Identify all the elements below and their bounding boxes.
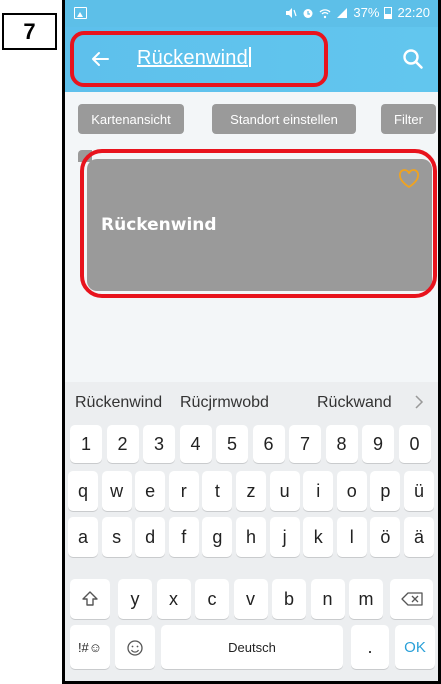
text-cursor [248,47,251,67]
phone-frame: 37% 22:20 Rückenwind Kartenansicht Stand… [62,0,441,684]
letter-key[interactable]: v [233,579,268,619]
heart-icon[interactable] [398,169,420,189]
result-card[interactable]: Rückenwind [87,159,432,291]
mute-icon [286,7,297,18]
number-key[interactable]: 2 [106,425,139,463]
phone-screen: 37% 22:20 Rückenwind Kartenansicht Stand… [65,0,438,681]
letter-key[interactable]: w [101,471,132,511]
letter-key[interactable]: ü [404,471,434,511]
chip-filter[interactable]: Filter [381,104,436,134]
alarm-icon [303,8,313,18]
suggestion-item[interactable]: Rücjrmwobd [180,394,269,412]
letter-key[interactable]: e [135,471,166,511]
ok-key[interactable]: OK [395,625,435,669]
clock: 22:20 [397,5,430,20]
wifi-icon [319,8,331,18]
backspace-key[interactable] [390,579,433,619]
step-number: 7 [2,13,57,50]
number-key[interactable]: 8 [325,425,358,463]
filter-chip-row: Kartenansicht Standort einstellen Filter [65,92,438,152]
suggestion-strip: Rückenwind Rücjrmwobd Rückwand [65,382,438,422]
search-app-bar: Rückenwind [65,27,438,92]
letter-key[interactable]: i [303,471,334,511]
search-input-value: Rückenwind [137,47,248,69]
letter-key[interactable]: ä [404,517,434,557]
emoji-key[interactable] [115,625,155,669]
letter-key[interactable]: o [336,471,367,511]
letter-key[interactable]: p [370,471,401,511]
number-key[interactable]: 6 [252,425,285,463]
tutorial-screenshot: 7 37% 22:20 Rückenwind Kartenansicht Sta… [0,0,441,684]
letter-key[interactable]: t [202,471,233,511]
number-key[interactable]: 3 [143,425,175,463]
letter-key[interactable]: n [310,579,345,619]
letter-key[interactable]: k [303,517,334,557]
letter-key[interactable]: d [135,517,166,557]
suggestion-item[interactable]: Rückenwind [75,394,162,412]
number-key[interactable]: 1 [70,425,102,463]
number-key[interactable]: 5 [216,425,248,463]
letter-key[interactable]: z [236,471,266,511]
letter-key[interactable]: g [202,517,233,557]
chevron-right-icon[interactable] [414,394,424,410]
number-key[interactable]: 0 [398,425,431,463]
backspace-icon [400,592,423,606]
space-key[interactable]: Deutsch [161,625,343,669]
letter-key[interactable]: q [68,471,98,511]
letter-key[interactable]: h [236,517,266,557]
back-arrow-icon[interactable] [90,49,110,69]
letter-key[interactable]: s [101,517,132,557]
status-bar: 37% 22:20 [65,0,438,27]
number-key[interactable]: 4 [179,425,212,463]
letter-key[interactable]: x [156,579,191,619]
letter-key[interactable]: m [349,579,383,619]
letter-key[interactable]: f [168,517,199,557]
letter-key[interactable]: r [168,471,199,511]
battery-icon [384,6,393,19]
letter-key[interactable]: l [336,517,367,557]
battery-percent: 37% [353,5,380,20]
letter-key[interactable]: b [272,579,306,619]
search-icon[interactable] [402,48,424,70]
letter-key[interactable]: u [269,471,300,511]
letter-key[interactable]: y [118,579,152,619]
shift-key[interactable] [70,579,110,619]
status-indicators: 37% 22:20 [285,5,430,20]
number-key[interactable]: 9 [362,425,394,463]
letter-key[interactable]: ö [370,517,401,557]
symbols-key[interactable]: !#☺ [70,625,110,669]
search-input[interactable]: Rückenwind [137,47,251,70]
chip-set-location[interactable]: Standort einstellen [212,104,356,134]
shift-icon [82,591,98,606]
signal-icon [337,7,348,18]
emoji-icon [127,640,143,656]
letter-key[interactable]: a [68,517,98,557]
period-key[interactable]: . [351,625,389,669]
suggestion-item[interactable]: Rückwand [317,394,392,412]
letter-key[interactable]: c [195,579,229,619]
letter-key[interactable]: j [269,517,300,557]
onscreen-keyboard: Rückenwind Rücjrmwobd Rückwand 123456789… [65,382,438,681]
result-card-title: Rückenwind [101,215,217,235]
chip-map-view[interactable]: Kartenansicht [78,104,184,134]
image-notification-icon [74,7,87,19]
number-key[interactable]: 7 [289,425,321,463]
